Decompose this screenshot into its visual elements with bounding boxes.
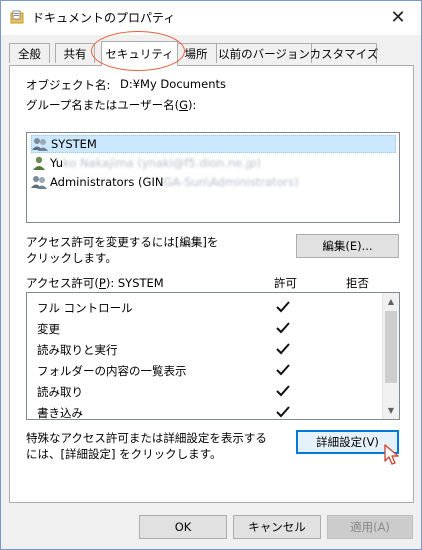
group-list-label: グループ名またはユーザー名(G): [26,98,197,112]
check-icon [276,364,290,376]
tab-previous-versions[interactable]: 以前のバージョン [216,43,312,63]
edit-note-line1: アクセス許可を変更するには[編集]を [26,235,219,249]
principal-item-system[interactable]: SYSTEM [31,135,396,153]
scroll-down-arrow-icon[interactable]: ▼ [383,402,399,419]
scroll-up-arrow-icon[interactable]: ▲ [383,293,399,310]
tab-security[interactable]: セキュリティ [101,41,178,66]
window-title: ドキュメントのプロパティ [32,11,176,25]
check-icon [276,301,290,313]
check-icon [276,406,290,418]
object-name-label: オブジェクト名: [26,78,111,92]
document-folder-icon [10,10,24,24]
edit-note-line2: クリックします。 [26,251,117,265]
cancel-button[interactable]: キャンセル [233,515,321,539]
permission-row: フォルダーの内容の一覧表示 [27,360,383,381]
tab-customize[interactable]: カスタマイズ [310,43,378,63]
properties-dialog: ドキュメントのプロパティ ✕ 全般 共有 セキュリティ 場所 以前のバージョン … [0,0,422,550]
allow-column-header: 許可 [274,276,297,290]
title-bar: ドキュメントのプロパティ ✕ [1,1,421,35]
principal-list[interactable]: SYSTEM Yu ko Nakajima (ynaki@f5.dion.ne.j… [26,132,400,223]
principal-item-user[interactable]: Yu ko Nakajima (ynaki@f5.dion.ne.jp) [31,154,261,172]
check-icon [276,385,290,397]
tab-sharing[interactable]: 共有 [55,43,95,63]
permission-row: 変更 [27,318,383,339]
security-panel: オブジェクト名: D:¥My Documents グループ名またはユーザー名(G… [9,65,414,503]
permission-row: 読み取りと実行 [27,339,383,360]
principal-item-administrators[interactable]: Administrators (GIN GA-Sun\Administrators… [31,173,299,191]
tab-general[interactable]: 全般 [9,43,50,63]
scroll-thumb[interactable] [385,311,397,383]
deny-column-header: 拒否 [346,276,369,290]
edit-button[interactable]: 編集(E)... [296,234,399,258]
tab-location[interactable]: 場所 [175,43,217,63]
mouse-cursor-icon [384,444,399,465]
group-icon [31,176,47,189]
object-name-value: D:¥My Documents [120,77,226,91]
permissions-header: アクセス許可(P): SYSTEM [26,276,164,290]
permission-row: 書き込み [27,402,383,419]
apply-button[interactable]: 適用(A) [327,515,413,539]
advanced-note-line1: 特殊なアクセス許可または詳細設定を表示する [26,431,267,445]
check-icon [276,322,290,334]
group-icon [32,138,48,151]
user-icon [33,156,45,170]
permission-row: 読み取り [27,381,383,402]
tab-strip: 全般 共有 セキュリティ 場所 以前のバージョン カスタマイズ [9,41,414,66]
permissions-list[interactable]: フル コントロール 変更 読み取りと実行 フォルダーの内容の一覧表示 読み取り … [26,292,400,420]
close-icon: ✕ [390,6,406,28]
advanced-note-line2: には、[詳細設定] をクリックします。 [26,447,222,461]
check-icon [276,343,290,355]
permission-row: フル コントロール [27,297,383,318]
ok-button[interactable]: OK [139,515,227,539]
permissions-scrollbar[interactable]: ▲ ▼ [382,293,399,419]
close-button[interactable]: ✕ [375,1,421,33]
